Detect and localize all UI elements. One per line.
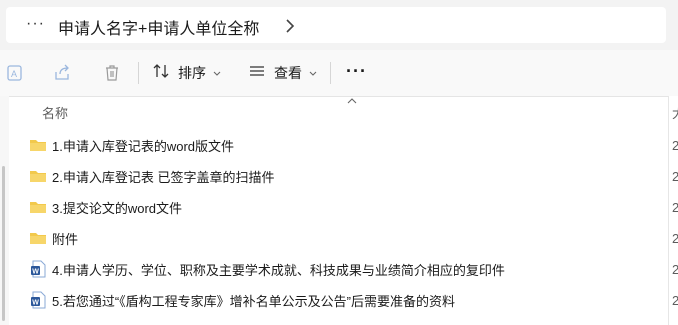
- navigation-pane-edge: [0, 96, 9, 325]
- list-item[interactable]: W 4.申请人学历、学位、职称及主要学术成就、科技成果与业绩简介相应的复印件: [28, 255, 658, 283]
- item-detail: 2: [672, 200, 678, 215]
- item-name: 1.申请入库登记表的word版文件: [52, 138, 235, 154]
- folder-icon: [28, 167, 48, 185]
- view-list-icon: [248, 62, 266, 85]
- separator: [138, 62, 139, 84]
- item-name: 5.若您通过“《盾构工程专家库》增补名单公示及公告”后需要准备的资料: [52, 293, 456, 309]
- item-detail: 2: [672, 169, 678, 184]
- separator: [330, 62, 331, 84]
- svg-text:A: A: [11, 69, 17, 79]
- address-bar[interactable]: ··· 申请人名字+申请人单位全称: [6, 7, 666, 43]
- item-name: 4.申请人学历、学位、职称及主要学术成就、科技成果与业绩简介相应的复印件: [52, 262, 505, 278]
- rename-icon[interactable]: A: [6, 63, 26, 88]
- chevron-down-icon: [213, 64, 221, 82]
- chevron-down-icon: [309, 64, 317, 82]
- column-header-size[interactable]: 大: [672, 103, 678, 122]
- list-item[interactable]: 附件: [28, 224, 658, 252]
- more-options-button[interactable]: ···: [346, 61, 367, 82]
- view-button[interactable]: 查看: [248, 62, 317, 84]
- word-document-icon: W: [28, 260, 48, 278]
- address-overflow-button[interactable]: ···: [26, 15, 45, 33]
- folder-icon: [28, 136, 48, 154]
- share-icon[interactable]: [53, 63, 73, 88]
- sort-icon: [152, 62, 170, 85]
- folder-icon: [28, 229, 48, 247]
- command-bar: A 排序 查看: [0, 50, 678, 97]
- navigation-scrollbar[interactable]: [2, 166, 5, 321]
- svg-text:W: W: [32, 299, 39, 306]
- item-detail: 2: [672, 262, 678, 277]
- item-detail: 2: [672, 231, 678, 246]
- list-item[interactable]: 2.申请入库登记表 已签字盖章的扫描件: [28, 162, 658, 190]
- item-detail: 2: [672, 293, 678, 308]
- folder-icon: [28, 198, 48, 216]
- sort-label: 排序: [178, 65, 206, 81]
- item-name: 附件: [52, 231, 79, 247]
- column-header-name[interactable]: 名称: [42, 103, 68, 122]
- sort-button[interactable]: 排序: [152, 62, 221, 84]
- item-name: 3.提交论文的word文件: [52, 200, 183, 216]
- list-item[interactable]: W 5.若您通过“《盾构工程专家库》增补名单公示及公告”后需要准备的资料: [28, 286, 658, 314]
- delete-icon[interactable]: [102, 63, 122, 88]
- svg-text:W: W: [32, 268, 39, 275]
- breadcrumb-current-folder[interactable]: 申请人名字+申请人单位全称: [58, 15, 259, 39]
- list-item[interactable]: 3.提交论文的word文件: [28, 193, 658, 221]
- chevron-right-icon[interactable]: [285, 19, 295, 38]
- sort-ascending-icon: [347, 91, 357, 109]
- view-label: 查看: [274, 65, 302, 81]
- word-document-icon: W: [28, 291, 48, 309]
- item-detail: 2: [672, 138, 678, 153]
- list-item[interactable]: 1.申请入库登记表的word版文件: [28, 131, 658, 159]
- item-name: 2.申请入库登记表 已签字盖章的扫描件: [52, 169, 275, 185]
